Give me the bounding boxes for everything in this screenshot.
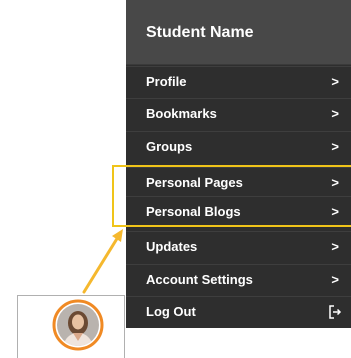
chevron-right-icon: > [331, 204, 339, 219]
chevron-right-icon: > [331, 139, 339, 154]
menu-item-label: Profile [146, 74, 187, 89]
menu-item-label: Log Out [146, 304, 196, 319]
menu-item-label: Personal Pages [146, 175, 243, 190]
menu-item-label: Updates [146, 239, 198, 254]
chevron-right-icon: > [331, 175, 339, 190]
menu-item-label: Groups [146, 139, 193, 154]
menu-item-label: Personal Blogs [146, 204, 241, 219]
menu-item-bookmarks[interactable]: Bookmarks > [126, 98, 351, 128]
user-dropdown-menu: Student Name Profile > Bookmarks > Group… [126, 0, 351, 328]
menu-header-student-name: Student Name [126, 0, 351, 65]
chevron-right-icon: > [331, 106, 339, 121]
chevron-right-icon: > [331, 272, 339, 287]
logout-icon [329, 305, 342, 319]
menu-item-log-out[interactable]: Log Out [126, 296, 351, 326]
menu-item-profile[interactable]: Profile > [126, 66, 351, 96]
menu-item-personal-pages[interactable]: Personal Pages > [126, 167, 351, 197]
menu-item-label: Account Settings [146, 272, 253, 287]
avatar[interactable] [52, 299, 104, 351]
menu-item-label: Bookmarks [146, 106, 217, 121]
chevron-right-icon: > [331, 74, 339, 89]
menu-item-account-settings[interactable]: Account Settings > [126, 264, 351, 294]
avatar-button-frame[interactable] [17, 295, 125, 358]
menu-item-updates[interactable]: Updates > [126, 231, 351, 261]
menu-item-groups[interactable]: Groups > [126, 131, 351, 161]
chevron-right-icon: > [331, 239, 339, 254]
screenshot-stage: Student Name Profile > Bookmarks > Group… [0, 0, 351, 358]
menu-item-personal-blogs[interactable]: Personal Blogs > [126, 196, 351, 226]
